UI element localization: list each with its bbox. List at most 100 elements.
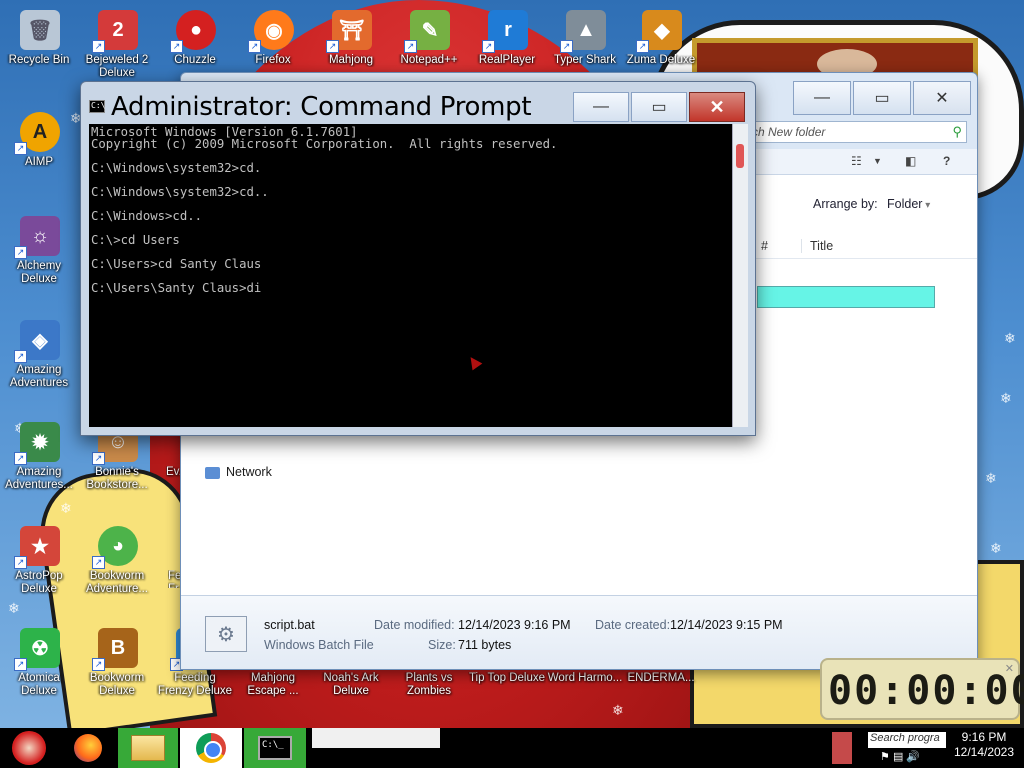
snowflake-icon: ❄ — [990, 540, 1002, 556]
shortcut-arrow-icon: ↗ — [248, 40, 261, 53]
date-created-label: Date created: — [595, 618, 671, 632]
help-icon[interactable]: ? — [943, 154, 950, 168]
desktop-icon-zuma-deluxe[interactable]: ◆ ↗ Zuma Deluxe — [622, 6, 700, 72]
desktop-icon-firefox[interactable]: ◉ ↗ Firefox — [234, 6, 312, 72]
command-prompt-icon: C:\_ — [258, 736, 292, 760]
snowflake-icon: ❄ — [985, 470, 997, 486]
taskbar-firefox[interactable] — [66, 728, 110, 768]
taskbar-clock[interactable]: 9:16 PM 12/14/2023 — [952, 730, 1016, 760]
desktop-icon-chuzzle[interactable]: ● ↗ Chuzzle — [156, 6, 234, 72]
close-button[interactable]: ✕ — [689, 92, 745, 122]
shortcut-arrow-icon: ↗ — [14, 452, 27, 465]
taskbar-flag-icon[interactable] — [832, 732, 852, 764]
desktop-icon-feeding-frenzy-2[interactable]: Fe... Fr... — [150, 522, 180, 588]
network-tray-icon[interactable]: ▤ — [893, 751, 903, 763]
search-placeholder: rch New folder — [748, 125, 826, 139]
close-icon: ✕ — [709, 96, 725, 117]
console-output[interactable]: Microsoft Windows [Version 6.1.7601] Copy… — [89, 124, 732, 427]
console-line: C:\Windows\system32>cd. — [91, 161, 262, 175]
close-button[interactable]: ✕ — [913, 81, 971, 115]
minimize-icon: — — [814, 89, 830, 106]
desktop-icon-mahjong[interactable]: ⛩ ↗ Mahjong — [312, 6, 390, 72]
cmd-window-controls: — ▭ ✕ — [573, 92, 745, 122]
arrange-by-label: Arrange by: — [813, 197, 878, 211]
desktop-icon-bookworm-adventures[interactable]: ◕ ↗ Bookworm Adventure... — [78, 522, 156, 595]
minimize-button[interactable]: — — [793, 81, 851, 115]
desktop-icon-alchemy-deluxe[interactable]: ☼ ↗ Alchemy Deluxe — [0, 212, 78, 285]
clock-digits: 00:00:00 — [828, 668, 1024, 714]
snowflake-icon: ❄ — [1004, 330, 1016, 346]
start-search-input[interactable]: Search progra — [868, 732, 946, 748]
close-icon: ✕ — [935, 90, 949, 107]
maximize-button[interactable]: ▭ — [853, 81, 911, 115]
date-created-value: 12/14/2023 9:15 PM — [670, 618, 783, 632]
desktop-icon-realplayer[interactable]: r ↗ RealPlayer — [468, 6, 546, 72]
batch-file-icon: ⚙ — [205, 616, 247, 652]
maximize-button[interactable]: ▭ — [631, 92, 687, 122]
desktop-icon-amazing-adventures[interactable]: ◈ ↗ Amazing Adventures — [0, 316, 78, 389]
shortcut-arrow-icon: ↗ — [92, 658, 105, 671]
shortcut-arrow-icon: ↗ — [560, 40, 573, 53]
shortcut-arrow-icon: ↗ — [14, 556, 27, 569]
desktop-icon-astropop[interactable]: ★ ↗ AstroPop Deluxe — [0, 522, 78, 595]
desktop-icon-aimp[interactable]: A ↗ AIMP — [0, 108, 78, 174]
desktop-icon-notepad-plus-plus[interactable]: ✎ ↗ Notepad++ — [390, 6, 468, 72]
vertical-scrollbar[interactable] — [732, 124, 748, 427]
date-modified-value: 12/14/2023 9:16 PM — [458, 618, 571, 632]
action-center-icon[interactable]: ⚑ — [880, 751, 890, 763]
command-prompt-window[interactable]: C:\ Administrator: Command Prompt — ▭ ✕ … — [80, 81, 756, 436]
snowflake-icon: ❄ — [8, 600, 20, 616]
shortcut-arrow-icon: ↗ — [92, 556, 105, 569]
desktop-icon-recycle-bin[interactable]: 🗑 Recycle Bin — [0, 6, 78, 72]
chevron-down-icon[interactable]: ▼ — [873, 156, 882, 166]
shortcut-arrow-icon: ↗ — [14, 658, 27, 671]
column-header: # Title — [751, 233, 977, 259]
shortcut-arrow-icon: ↗ — [14, 246, 27, 259]
nav-item-network[interactable]: Network — [205, 465, 272, 479]
shortcut-arrow-icon: ↗ — [404, 40, 417, 53]
size-value: 711 bytes — [458, 638, 512, 652]
scrollbar-thumb[interactable] — [736, 144, 744, 168]
selected-item-highlight[interactable] — [757, 286, 935, 308]
search-input[interactable]: rch New folder ⚲ — [741, 121, 967, 143]
column-header-number[interactable]: # — [761, 239, 768, 253]
preview-pane-icon[interactable]: ◧ — [905, 154, 916, 168]
recycle-bin-icon: 🗑 — [20, 10, 60, 50]
view-options-icon[interactable]: ☷ — [851, 154, 862, 168]
command-prompt-icon: C:\ — [89, 100, 105, 113]
console-line: C:\>cd Users — [91, 233, 180, 247]
taskbar-date: 12/14/2023 — [953, 745, 1015, 759]
file-name: script.bat — [264, 618, 315, 632]
folder-icon — [131, 735, 165, 761]
snowflake-icon: ❄ — [612, 702, 624, 718]
firefox-icon — [74, 734, 102, 762]
taskbar-command-prompt[interactable]: C:\_ — [244, 728, 306, 768]
console-line: C:\Windows>cd.. — [91, 209, 203, 223]
system-tray: ⚑ ▤ 🔊 — [880, 750, 920, 763]
snowflake-icon: ❄ — [1000, 390, 1012, 406]
maximize-icon: ▭ — [874, 90, 890, 107]
start-button[interactable] — [4, 728, 54, 768]
desktop-icon-atomica[interactable]: ☢ ↗ Atomica Deluxe — [0, 624, 78, 697]
clock-gadget[interactable]: ✕ 00:00:00 — [820, 658, 1024, 720]
desktop-icon-amazing-adventures-2[interactable]: ✹ ↗ Amazing Adventures... — [0, 418, 78, 491]
console-line: C:\Users\Santy Claus>di — [91, 281, 262, 295]
taskbar-blank-area — [312, 728, 440, 748]
maximize-icon: ▭ — [651, 99, 667, 116]
desktop-icon-bejeweled[interactable]: 2 ↗ Bejeweled 2 Deluxe — [78, 6, 156, 79]
arrange-by-dropdown[interactable]: Folder — [887, 197, 930, 211]
taskbar-explorer[interactable] — [118, 728, 178, 768]
desktop-icon-typer-shark[interactable]: ▲ ↗ Typer Shark — [546, 6, 624, 72]
shortcut-arrow-icon: ↗ — [326, 40, 339, 53]
search-icon[interactable]: ⚲ — [952, 124, 962, 140]
volume-icon[interactable]: 🔊 — [906, 751, 920, 763]
desktop-icon-bookworm-deluxe[interactable]: B ↗ Bookworm Deluxe — [78, 624, 156, 697]
shortcut-arrow-icon: ↗ — [636, 40, 649, 53]
taskbar-chrome[interactable] — [180, 728, 242, 768]
network-icon — [205, 466, 220, 479]
explorer-window-controls: — ▭ ✕ — [793, 81, 971, 115]
minimize-button[interactable]: — — [573, 92, 629, 122]
shortcut-arrow-icon: ↗ — [92, 40, 105, 53]
chrome-icon — [196, 733, 226, 763]
column-header-title[interactable]: Title — [801, 239, 833, 253]
